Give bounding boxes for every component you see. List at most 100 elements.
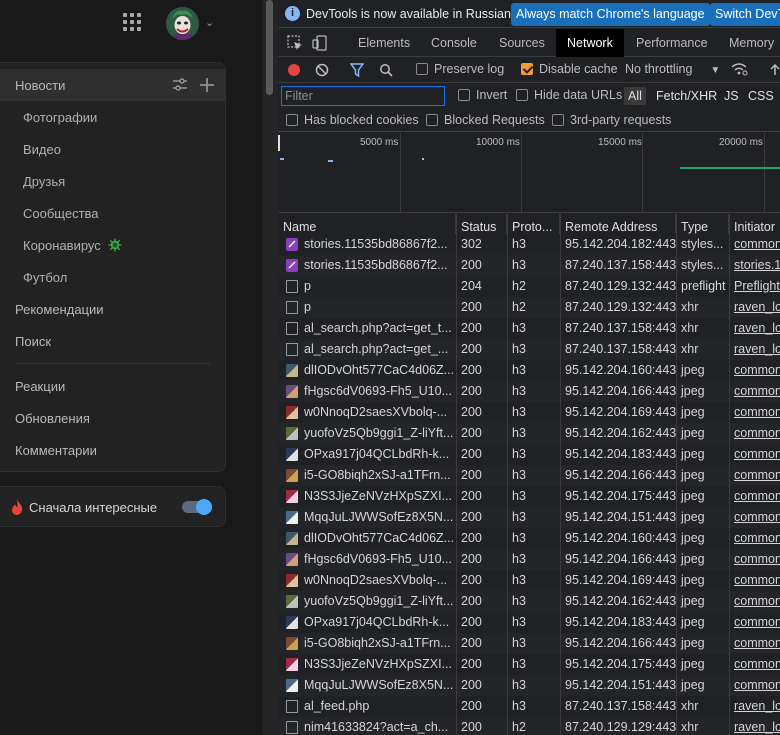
menu-item-updates[interactable]: Обновления: [0, 402, 225, 434]
cell-name[interactable]: stories.11535bd86867f2...: [278, 234, 456, 255]
table-row[interactable]: al_search.php?act=get_t... 200 h3 87.240.13…: [278, 318, 780, 339]
third-party-checkbox[interactable]: 3rd-party requests: [552, 113, 671, 127]
cell-name[interactable]: p: [278, 276, 456, 297]
table-row[interactable]: dlIODvOht577CaC4d06Z... 200 h3 95.142.204.1…: [278, 528, 780, 549]
menu-item-football[interactable]: Футбол: [0, 261, 225, 293]
network-overview[interactable]: 5000 ms 10000 ms 15000 ms 20000 ms: [278, 133, 780, 213]
record-icon[interactable]: [287, 63, 301, 80]
cell-initiator[interactable]: raven_lo: [729, 339, 780, 360]
table-row[interactable]: yuofoVz5Qb9ggi1_Z-liYft... 200 h3 95.142.20…: [278, 423, 780, 444]
tab-console[interactable]: Console: [431, 29, 477, 57]
chevron-down-icon[interactable]: ⌄: [205, 16, 214, 29]
table-row[interactable]: MqqJuLJWWSofEz8X5N... 200 h3 95.142.204.151…: [278, 675, 780, 696]
checkbox-box[interactable]: [516, 89, 528, 101]
match-language-button[interactable]: Always match Chrome's language: [511, 3, 710, 26]
cell-name[interactable]: p: [278, 297, 456, 318]
disable-cache-checkbox[interactable]: Disable cache: [521, 62, 618, 76]
tab-performance[interactable]: Performance: [636, 29, 708, 57]
network-conditions-icon[interactable]: [731, 62, 748, 79]
filter-input[interactable]: [281, 86, 445, 106]
table-row[interactable]: N3S3JjeZeNVzHXpSZXI... 200 h3 95.142.204.17…: [278, 486, 780, 507]
menu-item-coronavirus[interactable]: Коронавирус: [0, 229, 225, 261]
switch-language-button[interactable]: Switch DevT: [710, 3, 780, 26]
cell-name[interactable]: al_search.php?act=get_t...: [278, 318, 456, 339]
cell-initiator[interactable]: raven_lo: [729, 297, 780, 318]
type-filter-js[interactable]: JS: [724, 87, 739, 105]
table-row[interactable]: al_search.php?act=get_... 200 h3 87.240.137…: [278, 339, 780, 360]
cell-name[interactable]: al_search.php?act=get_...: [278, 339, 456, 360]
preserve-log-checkbox[interactable]: Preserve log: [416, 62, 504, 76]
checkbox-box[interactable]: [552, 114, 564, 126]
menu-item-reactions[interactable]: Реакции: [0, 370, 225, 402]
cell-name[interactable]: MqqJuLJWWSofEz8X5N...: [278, 507, 456, 528]
sort-toggle[interactable]: [182, 499, 212, 515]
menu-item-recommendations[interactable]: Рекомендации: [0, 293, 225, 325]
table-row[interactable]: OPxa917j04QCLbdRh-k... 200 h3 95.142.204.18…: [278, 444, 780, 465]
checkbox-box[interactable]: [416, 63, 428, 75]
table-row[interactable]: fHgsc6dV0693-Fh5_U10... 200 h3 95.142.204.1…: [278, 381, 780, 402]
cell-initiator[interactable]: common: [729, 360, 780, 381]
table-row[interactable]: i5-GO8biqh2xSJ-a1TFrn... 200 h3 95.142.204.…: [278, 465, 780, 486]
cell-name[interactable]: i5-GO8biqh2xSJ-a1TFrn...: [278, 633, 456, 654]
page-scrollbar[interactable]: [262, 0, 278, 735]
table-row[interactable]: nim41633824?act=a_ch... 200 h2 87.240.129.1…: [278, 717, 780, 735]
cell-initiator[interactable]: raven_lo: [729, 696, 780, 717]
menu-item-photos[interactable]: Фотографии: [0, 101, 225, 133]
device-toolbar-icon[interactable]: [312, 35, 328, 51]
type-filter-fetch-xhr[interactable]: Fetch/XHR: [656, 87, 717, 105]
inspect-element-icon[interactable]: [287, 35, 303, 51]
cell-initiator[interactable]: Preflight: [729, 276, 780, 297]
cell-initiator[interactable]: common: [729, 381, 780, 402]
cell-initiator[interactable]: common: [729, 234, 780, 255]
cell-initiator[interactable]: common: [729, 591, 780, 612]
type-filter-css[interactable]: CSS: [748, 87, 774, 105]
cell-initiator[interactable]: common: [729, 675, 780, 696]
apps-grid-icon[interactable]: [123, 13, 143, 33]
invert-checkbox[interactable]: Invert: [458, 88, 507, 102]
menu-item-comments[interactable]: Комментарии: [0, 434, 225, 466]
cell-name[interactable]: N3S3JjeZeNVzHXpSZXI...: [278, 654, 456, 675]
cell-initiator[interactable]: common: [729, 654, 780, 675]
cell-name[interactable]: OPxa917j04QCLbdRh-k...: [278, 612, 456, 633]
search-icon[interactable]: [379, 63, 393, 80]
cell-name[interactable]: al_feed.php: [278, 696, 456, 717]
plus-icon[interactable]: [199, 77, 215, 93]
clear-icon[interactable]: [315, 63, 329, 80]
table-row[interactable]: MqqJuLJWWSofEz8X5N... 200 h3 95.142.204.151…: [278, 507, 780, 528]
blocked-cookies-checkbox[interactable]: Has blocked cookies: [286, 113, 419, 127]
table-row[interactable]: dlIODvOht577CaC4d06Z... 200 h3 95.142.204.1…: [278, 360, 780, 381]
avatar[interactable]: [166, 7, 199, 40]
cell-name[interactable]: w0NnoqD2saesXVbolq-...: [278, 402, 456, 423]
table-row[interactable]: p 204 h2 87.240.129.132:443 preflight Preflig…: [278, 276, 780, 297]
cell-name[interactable]: MqqJuLJWWSofEz8X5N...: [278, 675, 456, 696]
table-row[interactable]: stories.11535bd86867f2... 200 h3 87.240.137…: [278, 255, 780, 276]
cell-name[interactable]: dlIODvOht577CaC4d06Z...: [278, 528, 456, 549]
import-har-icon[interactable]: [769, 63, 780, 80]
tab-memory[interactable]: Memory: [729, 29, 774, 57]
filter-icon[interactable]: [349, 63, 365, 80]
checkbox-box[interactable]: [426, 114, 438, 126]
cell-initiator[interactable]: common: [729, 465, 780, 486]
cell-initiator[interactable]: raven_lo: [729, 717, 780, 735]
cell-initiator[interactable]: common: [729, 612, 780, 633]
menu-item-search[interactable]: Поиск: [0, 325, 225, 357]
cell-initiator[interactable]: common: [729, 423, 780, 444]
cell-initiator[interactable]: stories.1: [729, 255, 780, 276]
hide-data-urls-checkbox[interactable]: Hide data URLs: [516, 88, 622, 102]
cell-initiator[interactable]: raven_lo: [729, 318, 780, 339]
sliders-icon[interactable]: [172, 77, 188, 93]
cell-name[interactable]: OPxa917j04QCLbdRh-k...: [278, 444, 456, 465]
cell-initiator[interactable]: common: [729, 633, 780, 654]
blocked-requests-checkbox[interactable]: Blocked Requests: [426, 113, 545, 127]
cell-initiator[interactable]: common: [729, 486, 780, 507]
cell-name[interactable]: fHgsc6dV0693-Fh5_U10...: [278, 549, 456, 570]
menu-item-news[interactable]: Новости: [0, 69, 225, 101]
cell-initiator[interactable]: common: [729, 528, 780, 549]
cell-name[interactable]: w0NnoqD2saesXVbolq-...: [278, 570, 456, 591]
tab-elements[interactable]: Elements: [358, 29, 410, 57]
table-row[interactable]: i5-GO8biqh2xSJ-a1TFrn... 200 h3 95.142.204.…: [278, 633, 780, 654]
checkbox-box[interactable]: [458, 89, 470, 101]
table-row[interactable]: fHgsc6dV0693-Fh5_U10... 200 h3 95.142.204.1…: [278, 549, 780, 570]
cell-name[interactable]: i5-GO8biqh2xSJ-a1TFrn...: [278, 465, 456, 486]
cell-initiator[interactable]: common: [729, 402, 780, 423]
